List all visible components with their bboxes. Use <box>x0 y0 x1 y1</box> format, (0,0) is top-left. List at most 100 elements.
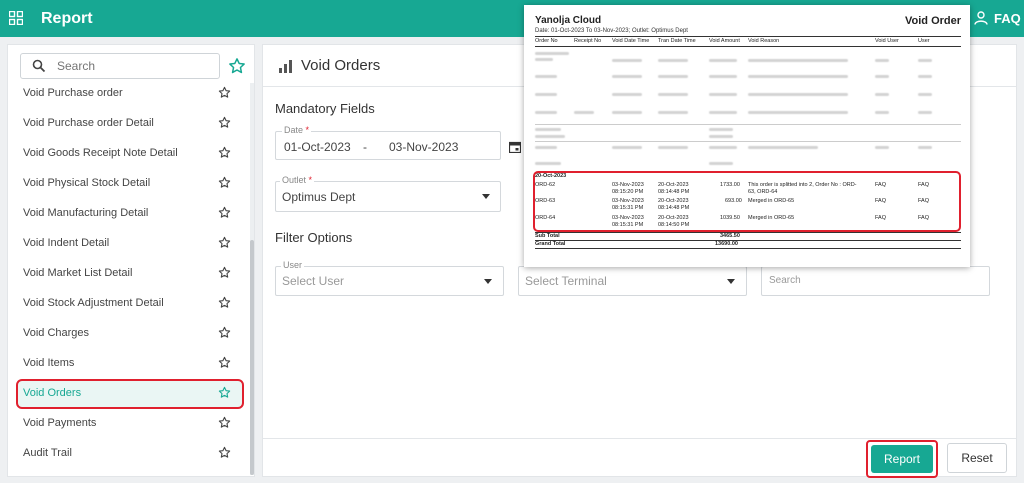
star-icon[interactable] <box>218 416 231 429</box>
col-user: User <box>918 38 930 44</box>
sidebar-item-audit-trail[interactable]: Audit Trail <box>16 439 244 469</box>
date-from-value[interactable]: 01-Oct-2023 <box>284 140 351 154</box>
app-grid-icon[interactable] <box>9 11 23 25</box>
preview-row-divider <box>535 124 961 125</box>
blurred-text <box>709 135 733 138</box>
outlet-label: Outlet * <box>280 175 315 185</box>
star-icon[interactable] <box>218 146 231 159</box>
blurred-text <box>875 111 889 114</box>
blurred-text <box>535 128 561 131</box>
sidebar-item-label: Void Indent Detail <box>23 237 110 249</box>
sidebar-item-label: Void Items <box>23 357 75 369</box>
filter-options-heading: Filter Options <box>275 230 353 245</box>
sidebar-search-input[interactable] <box>57 57 207 75</box>
sidebar-item-void-stock-adjustment-detail[interactable]: Void Stock Adjustment Detail <box>16 289 244 319</box>
star-icon[interactable] <box>218 86 231 99</box>
sidebar-item-void-orders[interactable]: Void Orders <box>16 379 244 409</box>
favorites-star-icon[interactable] <box>228 57 246 75</box>
mandatory-fields-heading: Mandatory Fields <box>275 101 375 116</box>
sidebar-item-void-payments[interactable]: Void Payments <box>16 409 244 439</box>
reset-button[interactable]: Reset <box>947 443 1007 473</box>
subtotal-label: Sub Total <box>535 233 560 239</box>
star-icon[interactable] <box>218 206 231 219</box>
blurred-text <box>748 111 848 114</box>
sidebar-scrollbar-thumb[interactable] <box>250 240 254 475</box>
user-dropdown-arrow-icon[interactable] <box>484 279 492 284</box>
sidebar-item-void-market-list-detail[interactable]: Void Market List Detail <box>16 259 244 289</box>
sidebar-item-label: Void Goods Receipt Note Detail <box>23 147 178 159</box>
star-icon[interactable] <box>218 356 231 369</box>
star-icon[interactable] <box>218 266 231 279</box>
sidebar-item-label: Void Purchase order Detail <box>23 117 154 129</box>
sidebar-item-label: Void Physical Stock Detail <box>23 177 151 189</box>
blurred-text <box>709 146 737 149</box>
col-receipt-no: Receipt No <box>574 38 602 44</box>
user-menu-label[interactable]: FAQ <box>994 11 1021 26</box>
blurred-text <box>748 93 848 96</box>
blurred-text <box>574 111 594 114</box>
sidebar-item-void-charges[interactable]: Void Charges <box>16 319 244 349</box>
blurred-text <box>709 75 737 78</box>
sidebar-item-label: Void Charges <box>23 327 90 339</box>
blurred-text <box>612 111 642 114</box>
blurred-text <box>748 75 848 78</box>
col-void-amount: Void Amount <box>709 38 740 44</box>
outlet-dropdown-arrow-icon[interactable] <box>482 194 490 199</box>
star-icon[interactable] <box>218 386 231 399</box>
sidebar-item-void-grn-detail[interactable]: Void Goods Receipt Note Detail <box>16 139 244 169</box>
user-icon[interactable] <box>974 11 988 25</box>
footer-divider <box>263 438 1016 439</box>
preview-subtitle: Date: 01-Oct-2023 To 03-Nov-2023; Outlet… <box>535 28 688 34</box>
preview-row-divider <box>535 141 961 142</box>
terminal-dropdown-arrow-icon[interactable] <box>727 279 735 284</box>
blurred-text <box>918 93 932 96</box>
date-separator: - <box>363 140 367 154</box>
page-title: Void Orders <box>301 57 381 74</box>
report-sidebar: Void Purchase order Void Purchase order … <box>7 44 255 477</box>
blurred-text <box>748 59 848 62</box>
grandtotal-divider <box>535 240 961 241</box>
sidebar-item-void-manufacturing-detail[interactable]: Void Manufacturing Detail <box>16 199 244 229</box>
blurred-text <box>709 162 733 165</box>
blurred-text <box>658 59 688 62</box>
filter-search-placeholder[interactable]: Search <box>769 275 801 286</box>
blurred-text <box>612 59 642 62</box>
report-button[interactable]: Report <box>871 445 933 473</box>
sidebar-item-void-purchase-order[interactable]: Void Purchase order <box>16 79 244 109</box>
sidebar-item-void-indent-detail[interactable]: Void Indent Detail <box>16 229 244 259</box>
blurred-text <box>709 59 737 62</box>
star-icon[interactable] <box>218 296 231 309</box>
calendar-icon[interactable] <box>509 141 521 153</box>
star-icon[interactable] <box>218 176 231 189</box>
blurred-text <box>658 111 688 114</box>
sidebar-item-label: Void Orders <box>23 387 82 399</box>
preview-header-divider <box>535 46 961 47</box>
user-label: User <box>281 260 305 270</box>
blurred-text <box>535 93 557 96</box>
user-placeholder: Select User <box>282 274 345 288</box>
sidebar-item-void-physical-stock-detail[interactable]: Void Physical Stock Detail <box>16 169 244 199</box>
blurred-text <box>535 146 557 149</box>
blurred-text <box>709 128 733 131</box>
col-void-reason: Void Reason <box>748 38 780 44</box>
sidebar-item-void-purchase-order-detail[interactable]: Void Purchase order Detail <box>16 109 244 139</box>
preview-title: Void Order <box>905 15 962 27</box>
star-icon[interactable] <box>218 326 231 339</box>
col-order-no: Order No <box>535 38 558 44</box>
blurred-text <box>535 52 569 55</box>
sidebar-search[interactable] <box>20 53 220 79</box>
highlighted-rows-annotation <box>533 171 961 232</box>
date-to-value[interactable]: 03-Nov-2023 <box>389 140 458 154</box>
sidebar-item-label: Void Purchase order <box>23 87 123 99</box>
star-icon[interactable] <box>218 116 231 129</box>
sidebar-item-void-items[interactable]: Void Items <box>16 349 244 379</box>
star-icon[interactable] <box>218 236 231 249</box>
preview-divider <box>535 36 961 37</box>
grandtotal-value: 13690.00 <box>715 241 738 247</box>
blurred-text <box>709 111 737 114</box>
blurred-text <box>918 146 932 149</box>
star-icon[interactable] <box>218 446 231 459</box>
blurred-text <box>918 59 932 62</box>
blurred-text <box>875 75 889 78</box>
blurred-text <box>535 162 561 165</box>
